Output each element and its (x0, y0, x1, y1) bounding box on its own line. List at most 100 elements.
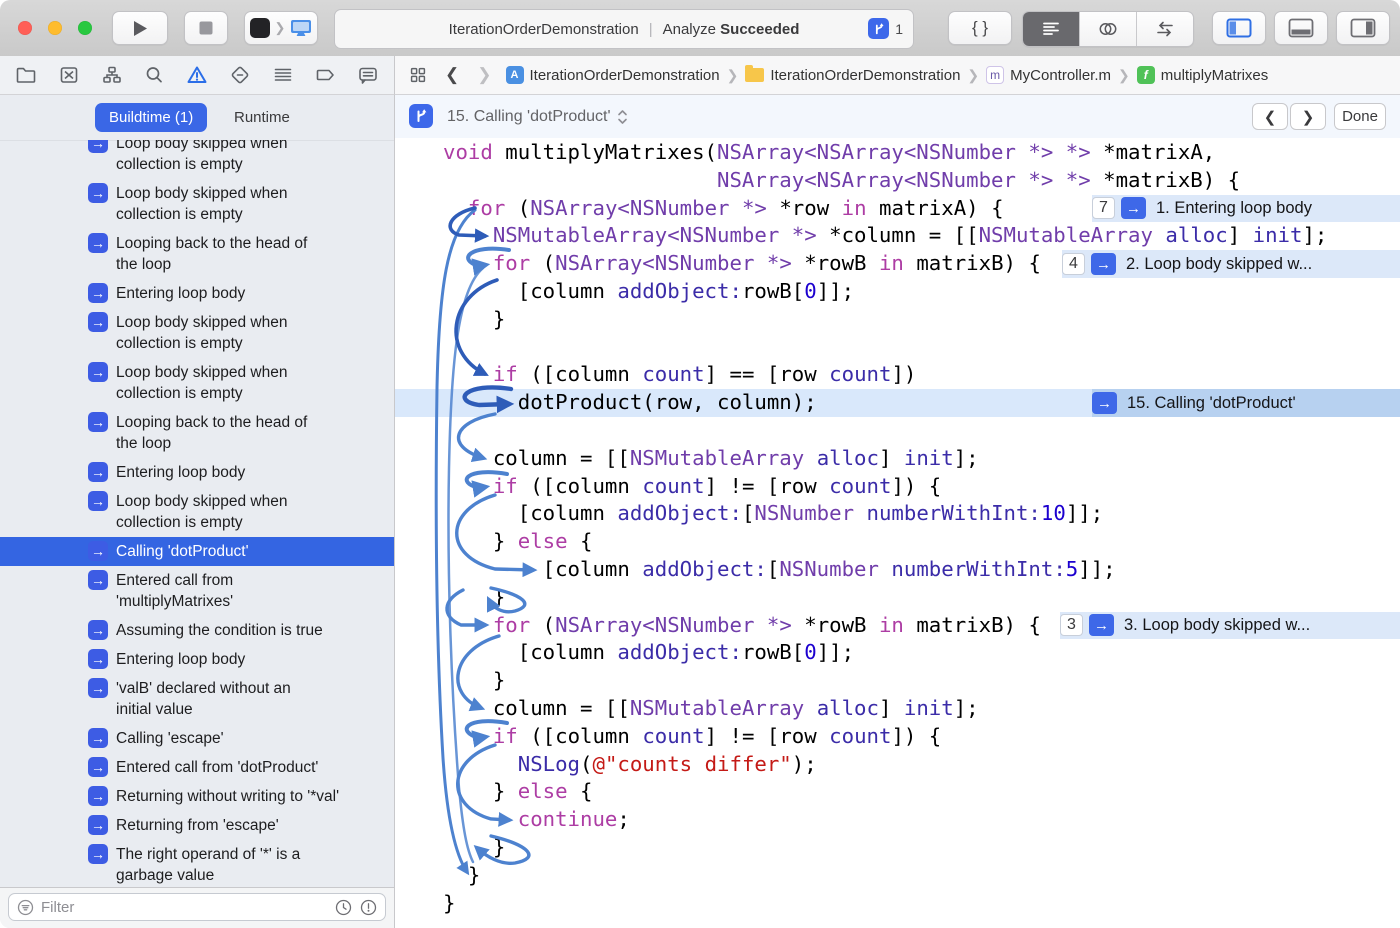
standard-editor-button[interactable] (1023, 12, 1080, 46)
breakpoint-navigator-tab[interactable] (311, 61, 339, 89)
analyzer-step-item[interactable]: → Entering loop body (0, 458, 394, 487)
folder-icon (16, 67, 36, 83)
code-line: continue; (517, 807, 630, 832)
issue-navigator-tab[interactable] (183, 61, 211, 89)
code-line: } (467, 862, 481, 887)
search-icon (146, 67, 163, 83)
breadcrumb-label: MyController.m (1010, 66, 1112, 84)
activity-viewer: IterationOrderDemonstration | Analyze Su… (334, 9, 914, 49)
issue-filter-tabbar: Buildtime (1) Runtime (0, 95, 394, 141)
run-button[interactable] (112, 11, 168, 45)
tab-buildtime[interactable]: Buildtime (1) (95, 103, 208, 132)
analyzer-step-item[interactable]: → The right operand of '*' is a garbage va… (0, 840, 394, 888)
rows-icon (274, 68, 291, 81)
close-window-button[interactable] (18, 21, 32, 35)
toolbar: ❯ IterationOrderDemonstration | Analyze … (0, 0, 1400, 57)
breadcrumb: A IterationOrderDemonstration ❯ IterationOr… (505, 65, 1268, 84)
code-line: [column addObject:[NSNumber numberWithIn… (542, 556, 1116, 581)
assistant-editor-button[interactable] (1080, 12, 1137, 46)
function-icon: f (1136, 66, 1155, 84)
speech-bubble-icon (359, 67, 377, 84)
zoom-window-button[interactable] (78, 21, 92, 35)
stop-button[interactable] (184, 11, 228, 45)
project-navigator-tab[interactable] (12, 61, 40, 89)
source-control-navigator-tab[interactable] (55, 61, 83, 89)
toggle-inspector-panel-button[interactable] (1336, 11, 1390, 45)
breadcrumb-label: IterationOrderDemonstration (770, 66, 961, 84)
stepper-icon[interactable] (617, 108, 628, 126)
analyzer-step-item[interactable]: → Loop body skipped when collection is emp… (0, 179, 394, 229)
analyzer-step-item[interactable]: → Entered call from 'dotProduct' (0, 753, 394, 782)
filter-input[interactable]: Filter (8, 893, 386, 921)
analyzer-step-item[interactable]: → Entering loop body (0, 645, 394, 674)
step-label: Returning without writing to '*val' (116, 788, 340, 805)
analyzer-step-item[interactable]: → Looping back to the head of the loop (0, 408, 394, 458)
step-arrow-icon: → (88, 233, 108, 253)
done-button[interactable]: Done (1334, 103, 1386, 130)
step-arrow-icon: → (88, 844, 108, 864)
analyzer-step-item[interactable]: → Loop body skipped when collection is emp… (0, 308, 394, 358)
analyzer-step-item[interactable]: → Entered call from'multiplyMatrixes' (0, 566, 394, 616)
code-line: NSArray<NSArray<NSNumber *> *> *matrixB)… (717, 167, 1241, 192)
toggle-navigator-panel-button[interactable] (1212, 11, 1266, 45)
issues-only-icon[interactable] (360, 899, 377, 916)
toggle-debug-panel-button[interactable] (1274, 11, 1328, 45)
recent-clock-icon[interactable] (335, 899, 352, 916)
analyzer-step-item[interactable]: → Calling 'dotProduct' (0, 537, 394, 566)
code-line: column = [[NSMutableArray alloc] init]; (492, 695, 979, 720)
bottom-panel-icon (1288, 18, 1314, 38)
step-label: The right operand of '*' is a garbage val… (116, 846, 301, 884)
braces-icon: { } (971, 18, 989, 37)
analyzer-step-item[interactable]: → Returning from 'escape' (0, 811, 394, 840)
code-area[interactable]: 7 → 1. Entering loop body 4 → 2. Loop body sk… (395, 138, 1400, 928)
analyzer-issue-badge[interactable]: 1 (868, 18, 903, 39)
report-navigator-tab[interactable] (354, 61, 382, 89)
symbol-navigator-tab[interactable] (98, 61, 126, 89)
tab-runtime[interactable]: Runtime (228, 103, 296, 132)
step-label: Loop body skipped when collection is empt… (116, 314, 288, 352)
breadcrumb-item[interactable]: A IterationOrderDemonstration (505, 66, 720, 84)
analyzer-step-item[interactable]: → Loop body skipped when collection is emp… (0, 487, 394, 537)
previous-step-button[interactable]: ❮ (1252, 103, 1288, 130)
step-label: Entering loop body (116, 285, 246, 302)
analyzer-step-item[interactable]: → Calling 'escape' (0, 724, 394, 753)
related-items-button[interactable] (405, 62, 431, 88)
version-editor-button[interactable] (1137, 12, 1193, 46)
analyzer-step-item[interactable]: → Loop body skipped when collection is emp… (0, 140, 394, 179)
stop-icon (199, 21, 213, 35)
minimize-window-button[interactable] (48, 21, 62, 35)
analyzer-step-item[interactable]: → Assuming the condition is true (0, 616, 394, 645)
code-line: column = [[NSMutableArray alloc] init]; (492, 445, 979, 470)
analyzer-step-item[interactable]: → Entering loop body (0, 279, 394, 308)
analyzer-step-item[interactable]: → Returning without writing to '*val' (0, 782, 394, 811)
activity-project: IterationOrderDemonstration (448, 20, 639, 38)
code-line: } (492, 668, 506, 693)
find-navigator-tab[interactable] (140, 61, 168, 89)
code-line: void multiplyMatrixes(NSArray<NSArray<NS… (443, 140, 1216, 164)
debug-navigator-tab[interactable] (269, 61, 297, 89)
breadcrumb-item[interactable]: m MyController.m (986, 66, 1111, 84)
breadcrumb-item[interactable]: IterationOrderDemonstration (745, 65, 961, 84)
filter-bar: Filter (0, 887, 394, 928)
warning-triangle-icon (187, 66, 207, 83)
step-arrow-icon: → (88, 140, 108, 153)
step-arrow-icon: → (88, 570, 108, 590)
analyzer-step-item[interactable]: → Loop body skipped when collection is emp… (0, 358, 394, 408)
go-forward-button[interactable]: ❯ (473, 65, 495, 85)
go-back-button[interactable]: ❮ (441, 65, 463, 85)
code-line: if ([column count] == [row count]) (492, 362, 917, 387)
analysis-step-title: 15. Calling 'dotProduct' (447, 107, 611, 125)
breadcrumb-item[interactable]: f multiplyMatrixes (1136, 66, 1268, 84)
next-step-button[interactable]: ❯ (1290, 103, 1326, 130)
test-navigator-tab[interactable] (226, 61, 254, 89)
code-line: for (NSArray<NSNumber *> *row in matrixA… (467, 195, 1004, 220)
analyzer-step-item[interactable]: → 'valB' declared without an initial value (0, 674, 394, 724)
code-line: } (492, 584, 506, 609)
analyzer-step-item[interactable]: → Looping back to the head of the loop (0, 229, 394, 279)
scheme-selector[interactable]: ❯ (244, 11, 318, 45)
step-arrow-icon: → (88, 183, 108, 203)
play-icon (133, 20, 147, 36)
code-snippet-button[interactable]: { } (948, 11, 1012, 45)
step-label: Entered call from'multiplyMatrixes' (116, 572, 234, 610)
